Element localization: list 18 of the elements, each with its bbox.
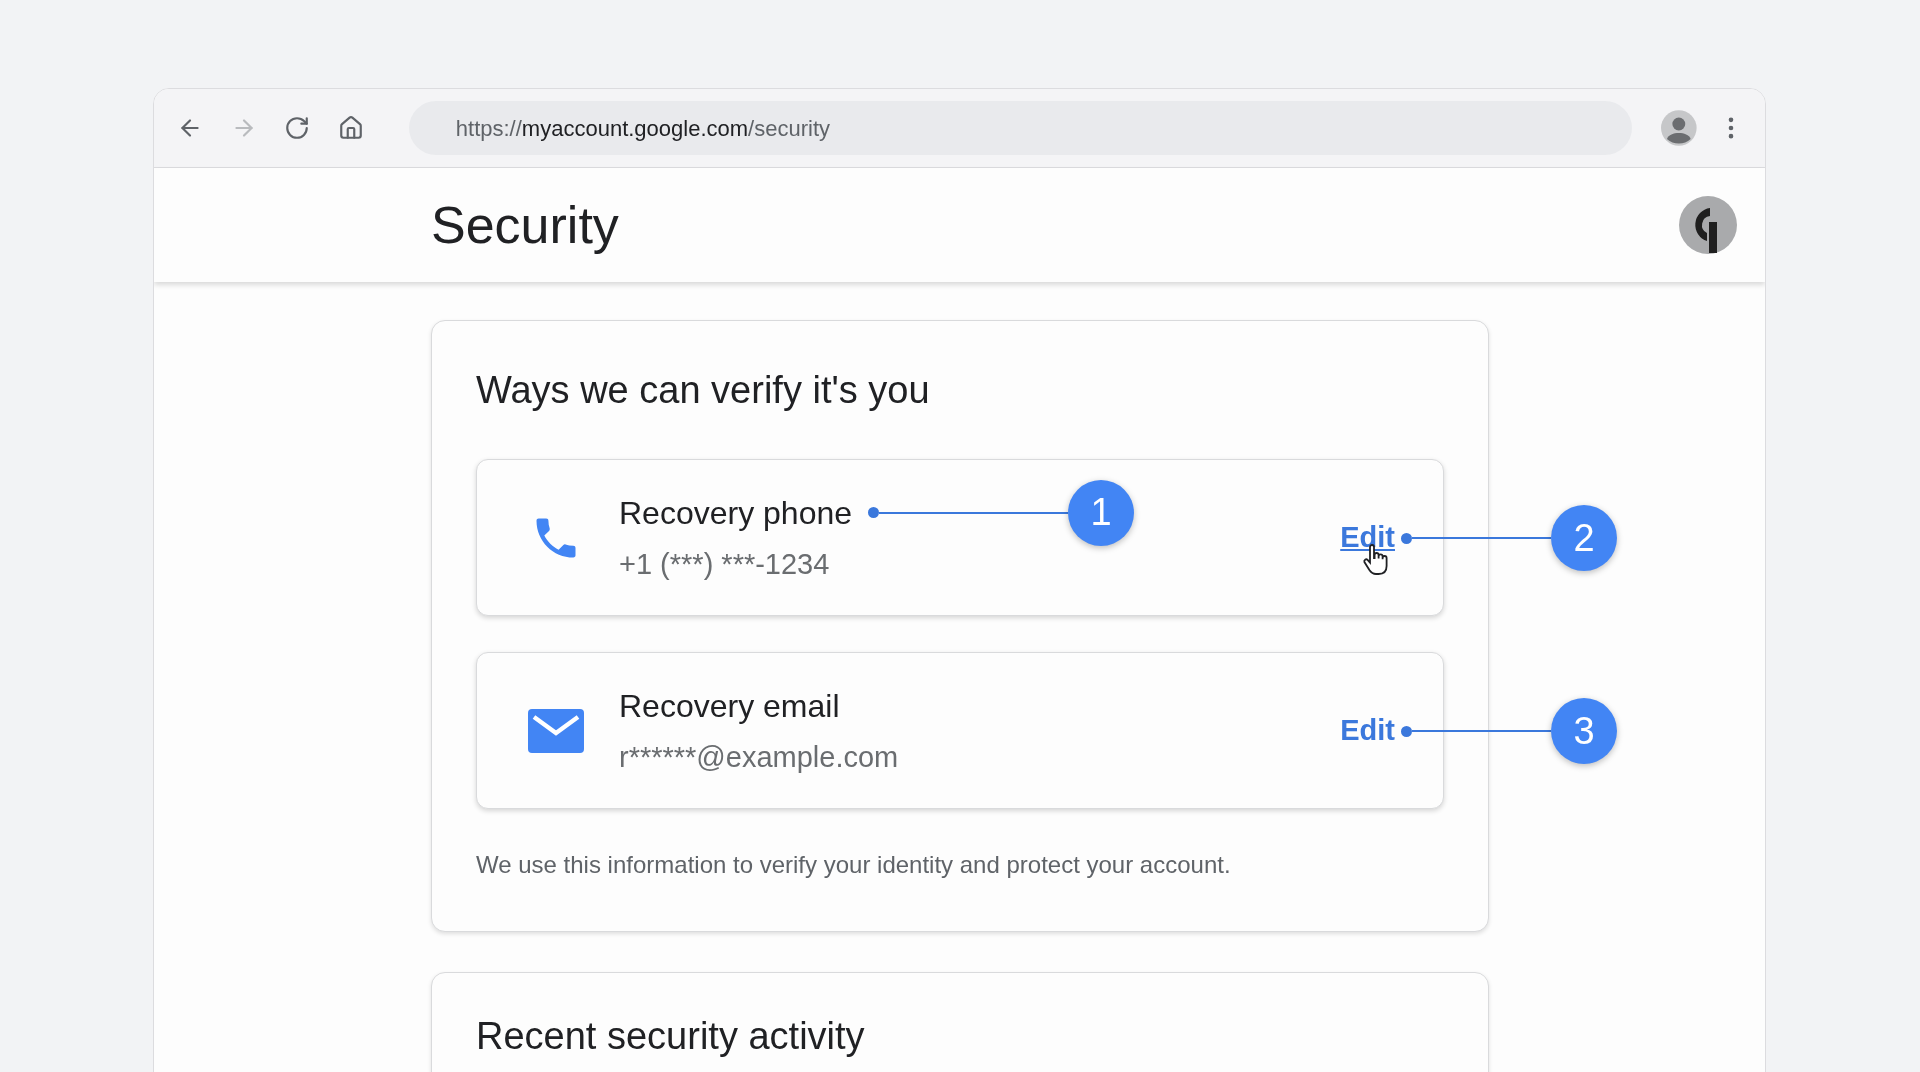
method-value: r******@example.com [619, 739, 900, 775]
edit-link[interactable]: Edit [1340, 713, 1395, 746]
callout-number: 3 [1551, 698, 1617, 764]
callout-number: 2 [1551, 505, 1617, 571]
method-label: Recovery email [619, 686, 840, 726]
account-logo[interactable] [1678, 195, 1738, 255]
method-value: +1 (***) ***-1234 [619, 546, 831, 582]
address-bar[interactable]: https://myaccount.google.com/security [408, 101, 1633, 155]
card-title: Ways we can verify it's you [476, 371, 931, 409]
info-text: We use this information to verify your identity and protect your account. [476, 850, 1232, 880]
method-label: Recovery phone [619, 493, 853, 533]
home-icon[interactable] [337, 114, 365, 142]
envelope-icon [528, 708, 584, 753]
card-title: Recent security activity [476, 1017, 866, 1055]
callout-number: 1 [1068, 479, 1135, 546]
url-text: https://myaccount.google.com/security [455, 114, 830, 143]
profile-icon[interactable] [1661, 110, 1697, 146]
edit-link[interactable]: Edit [1340, 520, 1395, 553]
